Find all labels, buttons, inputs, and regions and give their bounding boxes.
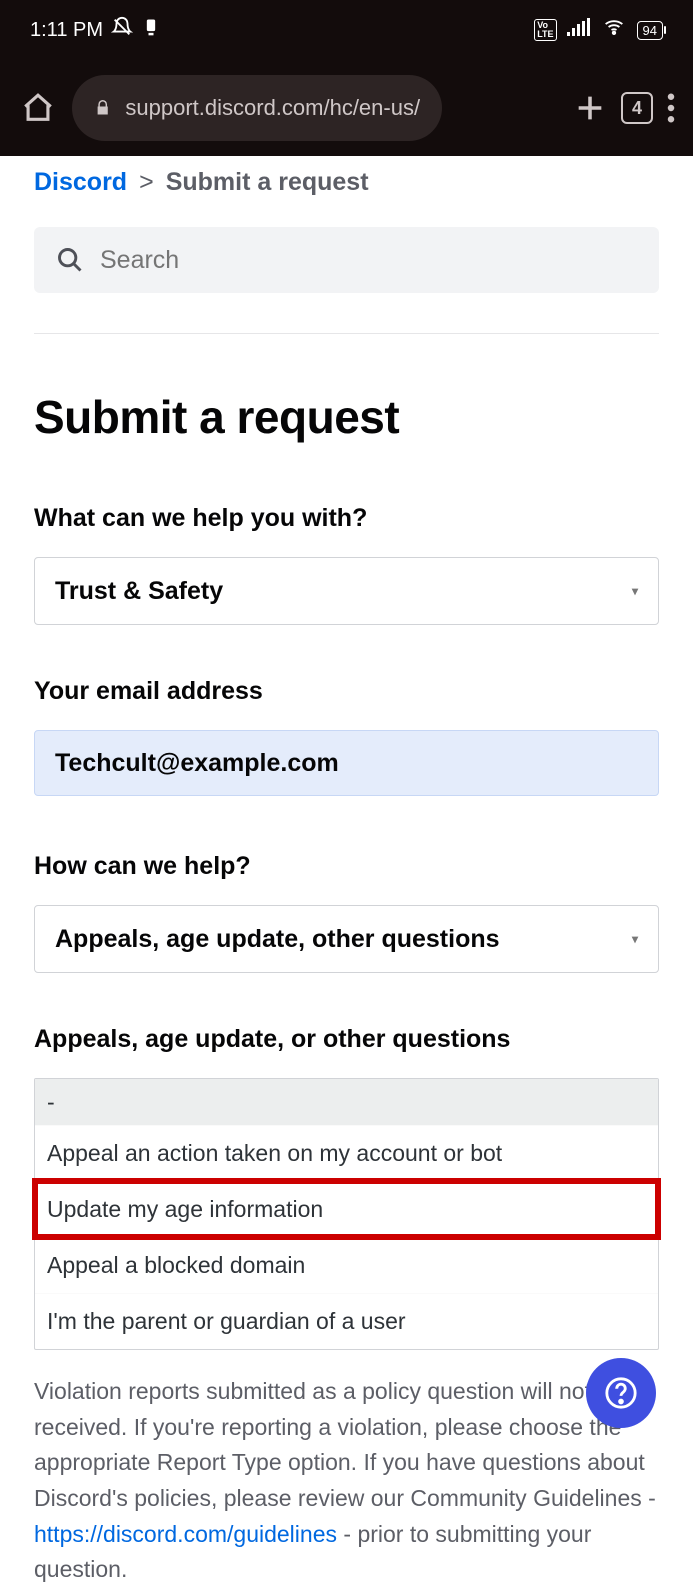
tab-count-button[interactable]: 4 bbox=[621, 92, 653, 124]
select-help-value: Trust & Safety bbox=[55, 577, 223, 606]
plus-icon[interactable] bbox=[573, 91, 607, 125]
dropdown-option[interactable]: Update my age information bbox=[35, 1181, 658, 1237]
more-options-icon[interactable] bbox=[667, 93, 675, 123]
alarm-off-icon bbox=[111, 16, 133, 44]
dropdown-option[interactable]: Appeal a blocked domain bbox=[35, 1237, 658, 1293]
search-icon bbox=[56, 246, 84, 274]
divider bbox=[34, 333, 659, 334]
info-text: Violation reports submitted as a policy … bbox=[34, 1374, 659, 1588]
dropdown-option[interactable]: Appeal an action taken on my account or … bbox=[35, 1125, 658, 1181]
browser-nav-bar: support.discord.com/hc/en-us/requ 4 bbox=[0, 60, 693, 156]
status-bar: 1:11 PM VoLTE 94 bbox=[0, 0, 693, 60]
select-help[interactable]: Trust & Safety ▾ bbox=[34, 557, 659, 625]
dropdown-sub[interactable]: - Appeal an action taken on my account o… bbox=[34, 1078, 659, 1350]
select-how[interactable]: Appeals, age update, other questions ▾ bbox=[34, 905, 659, 973]
breadcrumb-current: Submit a request bbox=[166, 168, 369, 197]
search-box[interactable] bbox=[34, 227, 659, 293]
vibrate-icon bbox=[141, 17, 161, 43]
help-fab[interactable] bbox=[586, 1358, 656, 1428]
status-time: 1:11 PM bbox=[30, 19, 103, 42]
email-value: Techcult@example.com bbox=[55, 749, 339, 778]
select-how-value: Appeals, age update, other questions bbox=[55, 925, 500, 954]
battery-level: 94 bbox=[643, 23, 657, 38]
dropdown-placeholder[interactable]: - bbox=[35, 1079, 658, 1125]
signal-icon bbox=[567, 18, 591, 42]
wifi-icon bbox=[601, 17, 627, 43]
chevron-down-icon: ▾ bbox=[632, 584, 638, 598]
guidelines-link[interactable]: https://discord.com/guidelines bbox=[34, 1521, 337, 1547]
page-title: Submit a request bbox=[34, 390, 659, 444]
email-field[interactable]: Techcult@example.com bbox=[34, 730, 659, 796]
chevron-down-icon: ▾ bbox=[632, 932, 638, 946]
home-icon[interactable] bbox=[18, 88, 58, 128]
battery-icon: 94 bbox=[637, 21, 663, 40]
status-right: VoLTE 94 bbox=[534, 17, 663, 43]
breadcrumb-root-link[interactable]: Discord bbox=[34, 168, 127, 197]
field-label-email: Your email address bbox=[34, 677, 659, 706]
help-icon bbox=[604, 1376, 638, 1410]
lock-icon bbox=[94, 96, 111, 120]
info-text-part1: Violation reports submitted as a policy … bbox=[34, 1378, 656, 1511]
status-left: 1:11 PM bbox=[30, 16, 161, 44]
tab-count: 4 bbox=[632, 98, 642, 119]
search-input[interactable] bbox=[100, 246, 637, 275]
breadcrumb: Discord > Submit a request bbox=[34, 168, 659, 197]
dropdown-option[interactable]: I'm the parent or guardian of a user bbox=[35, 1293, 658, 1349]
url-text: support.discord.com/hc/en-us/requ bbox=[125, 95, 420, 121]
field-label-sub: Appeals, age update, or other questions bbox=[34, 1025, 659, 1054]
page-content: Discord > Submit a request Submit a requ… bbox=[0, 156, 693, 1588]
field-label-help: What can we help you with? bbox=[34, 504, 659, 533]
field-label-how: How can we help? bbox=[34, 852, 659, 881]
breadcrumb-separator: > bbox=[139, 168, 154, 197]
url-bar[interactable]: support.discord.com/hc/en-us/requ bbox=[72, 75, 442, 141]
volte-icon: VoLTE bbox=[534, 19, 556, 41]
